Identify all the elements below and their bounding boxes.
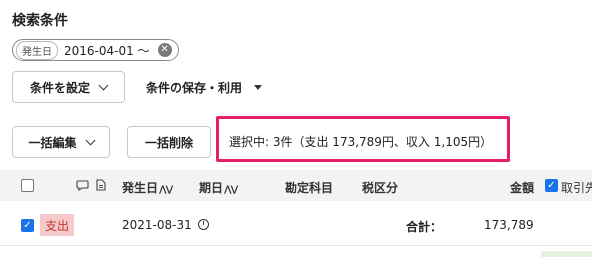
column-header-amount: 金額	[510, 181, 535, 195]
column-header-partner: 取引先	[561, 181, 592, 195]
caret-down-icon	[254, 85, 263, 90]
filter-chip-date[interactable]: 発生日 2016-04-01 〜 ✕	[12, 39, 179, 61]
column-header-tax: 税区分	[362, 181, 399, 195]
filter-chip-value: 2016-04-01 〜	[64, 43, 150, 58]
column-header-date[interactable]: 発生日⋀⋁	[122, 179, 173, 196]
sort-icon[interactable]: ⋀⋁	[224, 185, 238, 195]
set-conditions-button[interactable]: 条件を設定	[12, 71, 125, 103]
row-date: 2021-08-31	[122, 218, 192, 232]
expense-badge: 支出	[40, 214, 75, 236]
save-use-conditions-label: 条件の保存・利用	[146, 81, 243, 95]
column-header-account: 勘定科目	[285, 181, 334, 195]
sort-icon[interactable]: ⋀⋁	[159, 185, 173, 195]
partner-column-checkbox[interactable]: ✓	[545, 179, 558, 192]
total-amount: 173,789	[484, 218, 534, 232]
chevron-down-icon	[98, 80, 109, 90]
set-conditions-label: 条件を設定	[29, 80, 90, 95]
clock-icon	[198, 219, 209, 230]
row-checkbox[interactable]: ✓	[21, 219, 34, 232]
save-use-conditions-menu[interactable]: 条件の保存・利用	[146, 79, 263, 96]
document-icon	[96, 179, 106, 191]
total-label: 合計：	[406, 220, 443, 234]
bulk-edit-label: 一括編集	[28, 135, 77, 150]
selection-summary: 選択中: 3件（支出 173,789円、収入 1,105円）	[229, 135, 493, 149]
select-all-checkbox[interactable]	[21, 179, 34, 192]
filter-chip-key: 発生日	[16, 40, 58, 60]
search-conditions-title: 検索条件	[12, 13, 68, 29]
column-header-due[interactable]: 期日⋀⋁	[199, 179, 238, 196]
bulk-edit-button[interactable]: 一括編集	[12, 126, 110, 158]
bulk-delete-button[interactable]: 一括削除	[127, 126, 211, 158]
chevron-down-icon	[85, 135, 95, 145]
partner-tag	[541, 251, 592, 257]
bulk-delete-label: 一括削除	[144, 135, 193, 150]
remove-filter-icon[interactable]: ✕	[157, 43, 172, 57]
comment-icon	[76, 180, 89, 191]
